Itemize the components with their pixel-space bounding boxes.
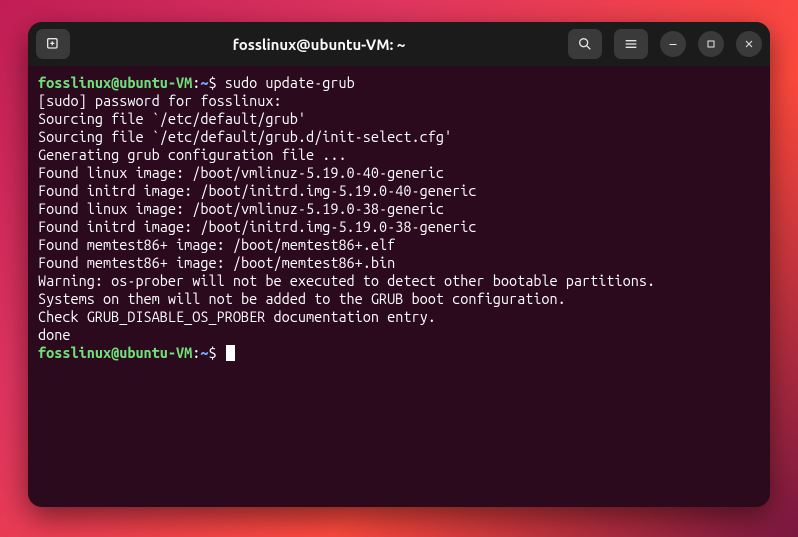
terminal-window: fosslinux@ubuntu-VM: ~ <box>28 22 770 507</box>
output-line: Generating grub configuration file ... <box>38 146 760 164</box>
output-line: Check GRUB_DISABLE_OS_PROBER documentati… <box>38 308 760 326</box>
output-line: Found initrd image: /boot/initrd.img-5.1… <box>38 182 760 200</box>
output-line: Sourcing file `/etc/default/grub' <box>38 110 760 128</box>
prompt-path: ~ <box>200 344 208 361</box>
window-controls <box>568 29 762 59</box>
minimize-icon <box>667 38 679 50</box>
prompt-user-host: fosslinux@ubuntu-VM <box>38 74 192 91</box>
command-text: sudo update-grub <box>225 74 355 91</box>
new-tab-icon <box>45 36 61 52</box>
close-icon <box>743 38 755 50</box>
prompt-dollar: $ <box>209 74 217 91</box>
output-line: [sudo] password for fosslinux: <box>38 92 760 110</box>
output-line: Sourcing file `/etc/default/grub.d/init-… <box>38 128 760 146</box>
hamburger-icon <box>623 36 639 52</box>
cursor <box>226 345 235 361</box>
prompt-line-1: fosslinux@ubuntu-VM:~$ sudo update-grub <box>38 74 760 92</box>
titlebar: fosslinux@ubuntu-VM: ~ <box>28 22 770 66</box>
window-title: fosslinux@ubuntu-VM: ~ <box>78 36 560 53</box>
prompt-dollar: $ <box>209 344 217 361</box>
hamburger-menu-button[interactable] <box>614 29 648 59</box>
output-line: Systems on them will not be added to the… <box>38 290 760 308</box>
maximize-icon <box>705 38 717 50</box>
close-button[interactable] <box>736 31 762 57</box>
maximize-button[interactable] <box>698 31 724 57</box>
output-line: Found memtest86+ image: /boot/memtest86+… <box>38 254 760 272</box>
minimize-button[interactable] <box>660 31 686 57</box>
output-line: Found initrd image: /boot/initrd.img-5.1… <box>38 218 760 236</box>
output-line: done <box>38 326 760 344</box>
prompt-path: ~ <box>200 74 208 91</box>
search-button[interactable] <box>568 29 602 59</box>
search-icon <box>577 36 593 52</box>
terminal-body[interactable]: fosslinux@ubuntu-VM:~$ sudo update-grub[… <box>28 66 770 507</box>
prompt-line-2: fosslinux@ubuntu-VM:~$ <box>38 344 760 362</box>
output-line: Found memtest86+ image: /boot/memtest86+… <box>38 236 760 254</box>
output-line: Warning: os-prober will not be executed … <box>38 272 760 290</box>
prompt-user-host: fosslinux@ubuntu-VM <box>38 344 192 361</box>
output-line: Found linux image: /boot/vmlinuz-5.19.0-… <box>38 164 760 182</box>
output-line: Found linux image: /boot/vmlinuz-5.19.0-… <box>38 200 760 218</box>
new-tab-button[interactable] <box>36 29 70 59</box>
